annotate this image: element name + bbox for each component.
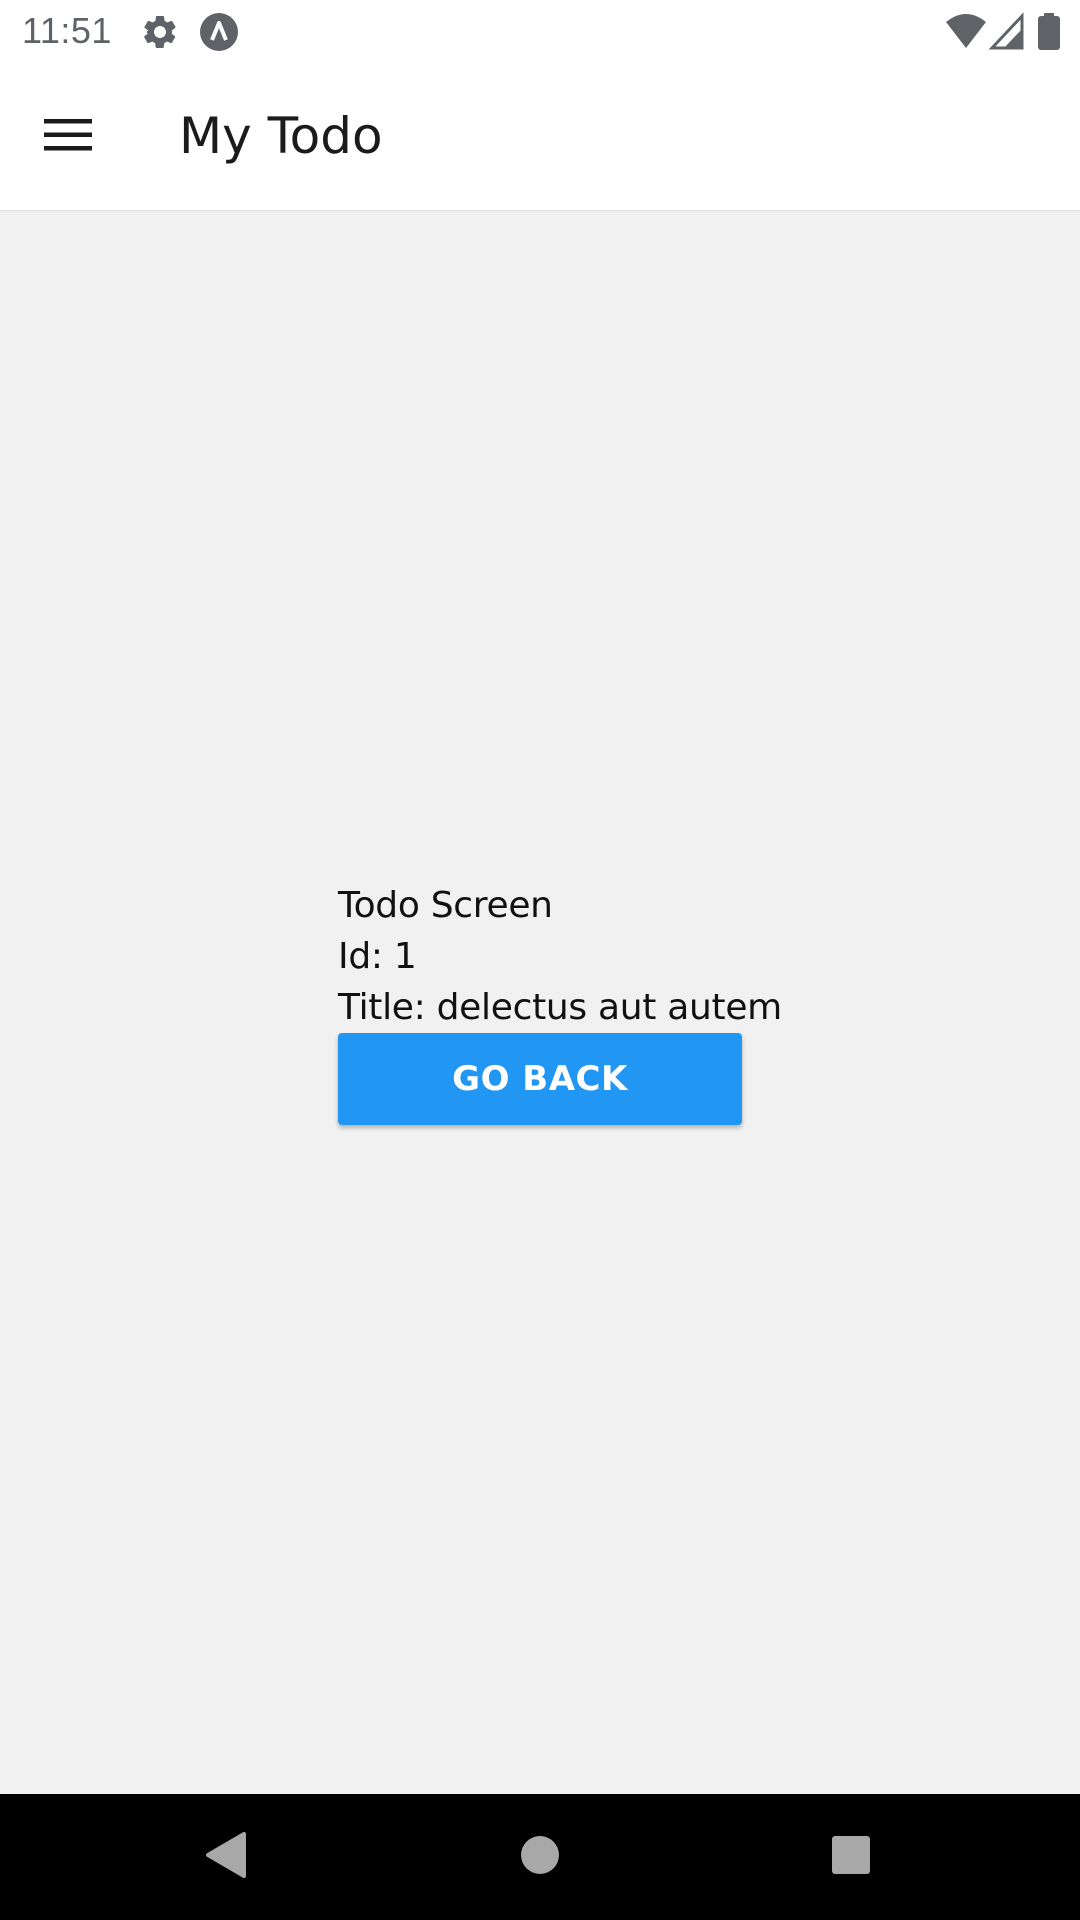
app-title: My Todo [179,107,383,165]
system-nav-bar [0,1794,1080,1920]
settings-icon [140,12,180,52]
wifi-icon [944,12,988,52]
todo-details: Todo Screen Id: 1 Title: delectus aut au… [338,880,782,1125]
nav-back-button[interactable] [192,1824,258,1890]
cell-signal-icon [988,12,1028,52]
back-icon [202,1830,248,1885]
recents-icon [830,1834,872,1881]
todo-title: Title: delectus aut autem [338,987,782,1028]
menu-button[interactable] [30,101,106,173]
todo-screen: 11:51 My Todo Todo Screen Id: 1 Title: d… [0,0,1080,1920]
nav-recents-button[interactable] [818,1824,884,1890]
go-back-button[interactable]: GO BACK [338,1033,742,1125]
status-time: 11:51 [22,10,112,51]
nav-home-button[interactable] [507,1824,573,1890]
app-notification-icon [199,12,239,52]
hamburger-menu-icon [44,117,92,158]
status-bar: 11:51 [0,0,1080,63]
app-bar: My Todo [0,63,1080,210]
todo-id: Id: 1 [338,936,417,977]
home-icon [519,1834,561,1881]
screen-heading: Todo Screen [338,885,553,926]
battery-icon [1036,12,1062,52]
